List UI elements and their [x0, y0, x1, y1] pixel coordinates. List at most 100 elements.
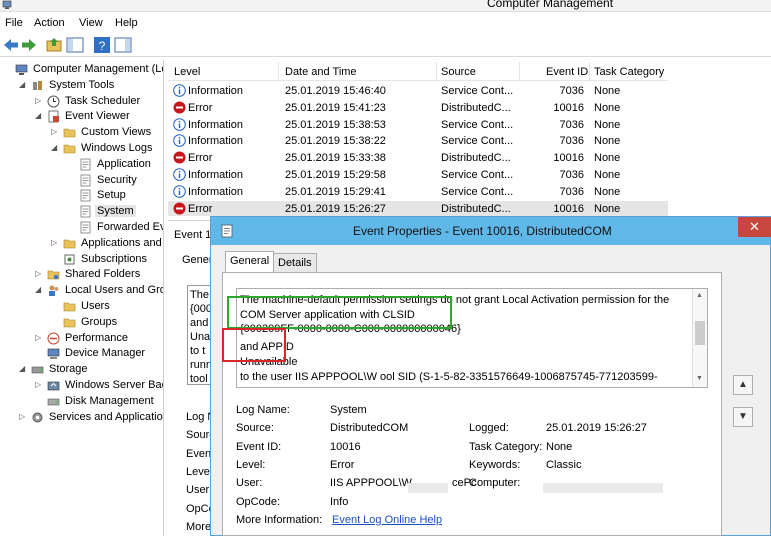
column-task-category[interactable]: Task Category [594, 66, 664, 78]
close-button[interactable]: ✕ [738, 217, 771, 237]
cell-task-category: None [594, 135, 621, 148]
tree-node-label: System [95, 205, 136, 218]
show-action-pane-icon[interactable] [114, 36, 132, 54]
back-arrow-icon[interactable] [2, 36, 20, 54]
previous-event-button[interactable]: ▲ [733, 375, 753, 395]
tab-details[interactable]: Details [273, 253, 317, 273]
cell-date: 25.01.2019 15:29:58 [285, 169, 386, 181]
scroll-down-icon[interactable]: ▼ [696, 375, 703, 382]
table-row[interactable]: Information 25.01.2019 15:38:22 Service Co… [168, 133, 668, 149]
collapsed-chevron-icon [51, 254, 61, 264]
cell-event-id: 7036 [559, 185, 584, 198]
folder-icon [63, 126, 76, 139]
scroll-up-icon[interactable]: ▲ [696, 292, 703, 299]
column-separator[interactable] [436, 62, 437, 81]
info-icon [173, 184, 186, 198]
collapsed-chevron-icon[interactable]: ▷ [51, 238, 61, 248]
svg-text:?: ? [99, 39, 106, 53]
field-value: 10016 [330, 440, 361, 453]
tree-node-label: Windows Server Backup [65, 379, 163, 391]
cell-task-category: None [594, 202, 621, 215]
expanded-chevron-icon[interactable]: ◢ [35, 111, 45, 121]
cell-task-category: None [594, 85, 621, 97]
expanded-chevron-icon[interactable]: ◢ [51, 143, 61, 153]
collapsed-chevron-icon[interactable]: ▷ [35, 380, 45, 390]
field-label: User: [236, 477, 263, 490]
field-label: More Information: [236, 513, 323, 526]
collapsed-chevron-icon[interactable]: ▷ [19, 412, 29, 422]
column-separator[interactable] [519, 62, 520, 81]
cell-level: Information [188, 118, 244, 131]
column-event-id[interactable]: Event ID [546, 66, 588, 78]
table-row[interactable]: Information 25.01.2019 15:29:58 Service Co… [168, 167, 668, 183]
cell-task-category: None [594, 101, 621, 114]
collapsed-chevron-icon[interactable]: ▷ [35, 333, 45, 343]
up-folder-icon[interactable] [45, 36, 63, 54]
dialog-title: Event Properties - Event 10016, Distribu… [353, 224, 612, 238]
cell-date: 25.01.2019 15:46:40 [285, 85, 386, 97]
field-label: Logged: [469, 422, 509, 435]
tree-node-label: Disk Management [65, 394, 154, 407]
field-label: Level: [236, 458, 266, 471]
collapsed-chevron-icon[interactable]: ▷ [51, 127, 61, 137]
table-row[interactable]: Error 25.01.2019 15:41:23 DistributedC... 1… [168, 100, 668, 116]
disk-icon [47, 395, 60, 408]
tree-node-label: Task Scheduler [65, 94, 141, 107]
cell-level: Information [188, 85, 244, 97]
tree-node-label: Security [97, 173, 137, 186]
event-viewer-icon [47, 110, 60, 123]
table-row[interactable]: Error 25.01.2019 15:26:27 DistributedC... 1… [168, 200, 668, 216]
expanded-chevron-icon[interactable]: ◢ [35, 285, 45, 295]
expanded-chevron-icon[interactable]: ◢ [19, 364, 29, 374]
menu-view[interactable]: View [79, 17, 103, 29]
event-log-online-help-link[interactable]: Event Log Online Help [332, 514, 442, 526]
column-date[interactable]: Date and Time [285, 66, 357, 78]
field-label: Event ID: [236, 440, 282, 453]
collapsed-chevron-icon[interactable]: ▷ [35, 96, 45, 106]
cell-event-id: 10016 [553, 101, 584, 114]
dialog-title-bar[interactable]: Event Properties - Event 10016, Distribu… [211, 217, 770, 245]
help-icon[interactable]: ? [93, 36, 111, 54]
collapsed-chevron-icon [67, 206, 77, 216]
cell-level: Information [188, 135, 244, 148]
computer-management-icon [2, 0, 12, 9]
table-row[interactable]: Error 25.01.2019 15:33:38 DistributedC... 1… [168, 150, 668, 166]
field-label: Source: [236, 422, 274, 435]
field-label: OpCode: [236, 495, 281, 508]
field-value: Error [330, 458, 355, 471]
collapsed-chevron-icon [51, 317, 61, 327]
cell-date: 25.01.2019 15:38:53 [285, 118, 386, 131]
column-separator[interactable] [278, 62, 279, 81]
cell-source: DistributedC... [441, 101, 511, 114]
show-hide-tree-icon[interactable] [66, 36, 84, 54]
cell-source: DistributedC... [441, 152, 511, 165]
subscription-icon [63, 253, 76, 266]
info-icon [173, 168, 186, 181]
next-event-button[interactable]: ▼ [733, 407, 753, 427]
cell-source: Service Cont... [441, 169, 514, 181]
tab-general[interactable]: General [225, 251, 275, 273]
expanded-chevron-icon[interactable]: ◢ [19, 80, 29, 90]
preview-description-line: The [190, 289, 209, 301]
collapsed-chevron-icon[interactable]: ▷ [35, 269, 45, 279]
menu-action[interactable]: Action [34, 17, 65, 29]
log-icon [79, 205, 92, 218]
cell-level: Error [188, 202, 213, 215]
preview-field-label: User: [186, 484, 213, 497]
table-row[interactable]: Information 25.01.2019 15:38:53 Service Co… [168, 117, 668, 133]
tree-node-label: Shared Folders [65, 268, 141, 281]
preview-description-line: and [190, 317, 209, 329]
column-level[interactable]: Level [174, 66, 200, 78]
column-separator[interactable] [589, 62, 590, 81]
menu-help[interactable]: Help [115, 17, 138, 29]
table-row[interactable]: Information 25.01.2019 15:29:41 Service Co… [168, 184, 668, 200]
table-row[interactable]: Information 25.01.2019 15:46:40 Service Co… [168, 83, 668, 99]
tree-node-label: Groups [81, 315, 118, 328]
scrollbar-thumb[interactable] [695, 321, 705, 345]
menu-file[interactable]: File [5, 17, 23, 29]
forward-arrow-icon[interactable] [20, 36, 38, 54]
description-scrollbar[interactable]: ▲ ▼ [692, 289, 707, 387]
cell-level: Information [188, 169, 244, 181]
column-source[interactable]: Source [441, 66, 476, 78]
collapsed-chevron-icon [67, 190, 77, 200]
